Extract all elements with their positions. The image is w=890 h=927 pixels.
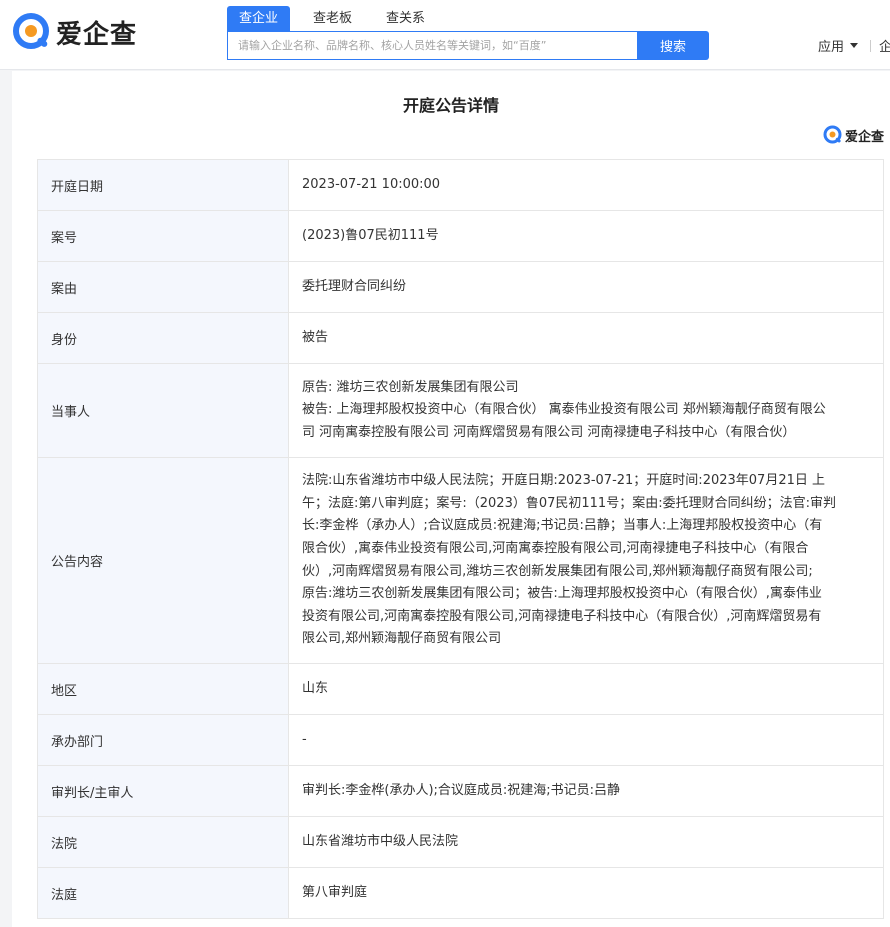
row-value: 审判长:李金桦(承办人);合议庭成员:祝建海;书记员:吕静: [288, 765, 884, 817]
row-label: 当事人: [37, 363, 289, 458]
enterprise-link[interactable]: 企: [879, 36, 890, 55]
content-line: 原告:潍坊三农创新发展集团有限公司；被告:上海理邦股权投资中心（有限合伙）,寓泰…: [302, 586, 822, 602]
table-row: 身份 被告: [37, 312, 884, 364]
top-header: 爱企查 查企业 查老板 查关系 搜索 应用 企: [0, 0, 890, 70]
row-value: 山东省潍坊市中级人民法院: [288, 816, 884, 868]
row-label: 开庭日期: [37, 159, 289, 211]
search-row: 搜索: [227, 31, 709, 60]
row-label: 案由: [37, 261, 289, 313]
party-line: 原告: 潍坊三农创新发展集团有限公司: [302, 379, 519, 395]
row-label: 承办部门: [37, 714, 289, 766]
watermark-text: 爱企查: [844, 129, 884, 145]
main-content: 开庭公告详情 爱企查 开庭日期 2023-07-21 10:00:00 案号 (…: [12, 71, 890, 927]
table-row: 案号 (2023)鲁07民初111号: [37, 210, 884, 262]
content-line: 长:李金桦（承办人）;合议庭成员:祝建海;书记员:吕静；当事人:上海理邦股权投资…: [302, 518, 823, 534]
row-value: 2023-07-21 10:00:00: [288, 159, 884, 211]
content-line: 伙）,河南辉熠贸易有限公司,潍坊三农创新发展集团有限公司,郑州颖海靓仔商贸有限公…: [302, 563, 813, 579]
search-input[interactable]: [227, 31, 637, 60]
row-label: 公告内容: [37, 457, 289, 664]
table-row: 公告内容 法院:山东省潍坊市中级人民法院；开庭日期:2023-07-21；开庭时…: [37, 457, 884, 664]
search-area: 查企业 查老板 查关系 搜索: [227, 6, 709, 60]
row-label: 案号: [37, 210, 289, 262]
row-value: (2023)鲁07民初111号: [288, 210, 884, 262]
aiqicha-watermark: 爱企查: [823, 125, 884, 145]
tab-search-boss[interactable]: 查老板: [302, 6, 363, 31]
content-line: 午；法庭:第八审判庭；案号:（2023）鲁07民初111号；案由:委托理财合同纠…: [302, 495, 836, 511]
row-value: 被告: [288, 312, 884, 364]
row-value: 山东: [288, 663, 884, 715]
row-label: 审判长/主审人: [37, 765, 289, 817]
tab-search-company[interactable]: 查企业: [227, 6, 291, 31]
table-row: 当事人 原告: 潍坊三农创新发展集团有限公司 被告: 上海理邦股权投资中心（有限…: [37, 363, 884, 458]
content-line: 投资有限公司,河南寓泰控股有限公司,河南禄捷电子科技中心（有限合伙）,河南辉熠贸…: [302, 608, 822, 624]
table-row: 审判长/主审人 审判长:李金桦(承办人);合议庭成员:祝建海;书记员:吕静: [37, 765, 884, 817]
content-line: 限公司,郑州颖海靓仔商贸有限公司: [302, 631, 502, 647]
table-row: 案由 委托理财合同纠纷: [37, 261, 884, 313]
table-row: 法院 山东省潍坊市中级人民法院: [37, 816, 884, 868]
row-value: -: [288, 714, 884, 766]
site-logo[interactable]: 爱企查: [12, 12, 137, 52]
search-button[interactable]: 搜索: [637, 31, 709, 60]
caret-down-icon: [849, 43, 858, 48]
logo-q-icon: [12, 12, 52, 52]
table-row: 承办部门 -: [37, 714, 884, 766]
detail-table: 开庭日期 2023-07-21 10:00:00 案号 (2023)鲁07民初1…: [37, 159, 884, 919]
row-label: 法院: [37, 816, 289, 868]
content-line: 法院:山东省潍坊市中级人民法院；开庭日期:2023-07-21；开庭时间:202…: [302, 473, 825, 489]
table-row: 开庭日期 2023-07-21 10:00:00: [37, 159, 884, 211]
row-label: 身份: [37, 312, 289, 364]
party-line: 被告: 上海理邦股权投资中心（有限合伙） 寓泰伟业投资有限公司 郑州颖海靓仔商贸…: [302, 402, 826, 418]
notice-content-value: 法院:山东省潍坊市中级人民法院；开庭日期:2023-07-21；开庭时间:202…: [288, 457, 884, 664]
logo-text: 爱企查: [56, 19, 138, 50]
app-menu[interactable]: 应用: [818, 36, 858, 55]
row-label: 法庭: [37, 867, 289, 919]
tab-search-relation[interactable]: 查关系: [375, 6, 436, 31]
logo-q-icon: [823, 125, 843, 145]
header-divider: [869, 39, 871, 52]
party-line: 司 河南寓泰控股有限公司 河南辉熠贸易有限公司 河南禄捷电子科技中心（有限合伙）: [302, 424, 796, 440]
app-menu-label: 应用: [817, 40, 844, 55]
row-label: 地区: [37, 663, 289, 715]
header-right: 应用 企: [818, 36, 890, 55]
row-value: 委托理财合同纠纷: [288, 261, 884, 313]
search-tabs: 查企业 查老板 查关系: [227, 6, 709, 31]
table-row: 法庭 第八审判庭: [37, 867, 884, 919]
content-line: 限合伙）,寓泰伟业投资有限公司,河南寓泰控股有限公司,河南禄捷电子科技中心（有限…: [302, 540, 809, 556]
page-title: 开庭公告详情: [402, 96, 499, 115]
row-value: 第八审判庭: [288, 867, 884, 919]
table-row: 地区 山东: [37, 663, 884, 715]
party-value: 原告: 潍坊三农创新发展集团有限公司 被告: 上海理邦股权投资中心（有限合伙） …: [288, 363, 884, 458]
